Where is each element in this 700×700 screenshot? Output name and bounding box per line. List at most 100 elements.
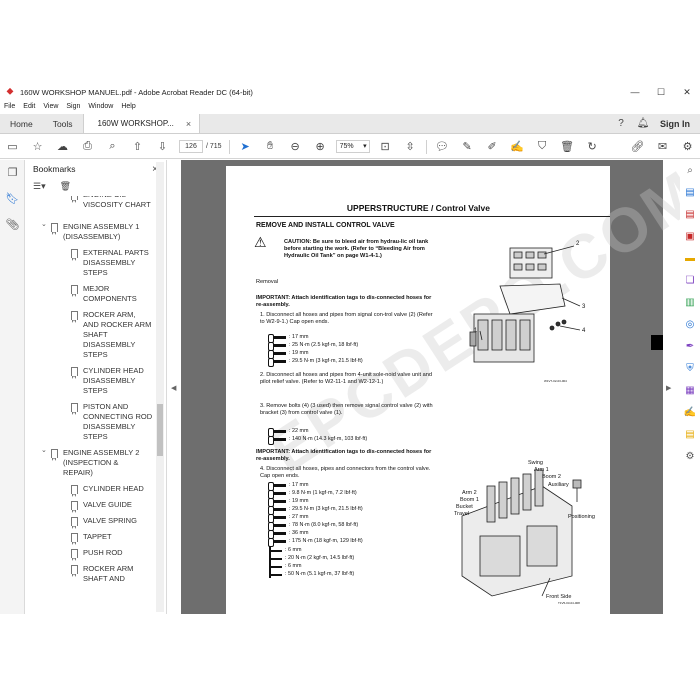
combine-files-icon[interactable]: ❏	[680, 270, 700, 292]
fig2-label-bucket: Bucket	[456, 504, 473, 510]
window-title: 160W WORKSHOP MANUEL.pdf - Adobe Acrobat…	[20, 87, 253, 97]
previous-page-icon[interactable]: ⇧	[125, 140, 150, 153]
menu-help[interactable]: Help	[121, 103, 135, 110]
menu-sign[interactable]: Sign	[66, 103, 80, 110]
tab-tools[interactable]: Tools	[43, 114, 83, 133]
delete-icon[interactable]: 🗑︎	[555, 140, 580, 153]
attachments-paperclip-icon[interactable]: 📎︎	[0, 212, 25, 238]
bookmark-ribbon-icon	[71, 196, 78, 203]
caution-triangle-icon: ⚠	[254, 234, 267, 250]
tab-close-icon[interactable]: ×	[186, 114, 191, 134]
rotate-icon[interactable]: ↻	[580, 140, 605, 153]
fig2-label-arm1: Arm 1	[534, 467, 549, 473]
print-icon[interactable]: ⎙	[75, 140, 100, 153]
draw-icon[interactable]: ✐	[480, 140, 505, 153]
maximize-button[interactable]: ☐	[648, 87, 674, 98]
bookmark-item[interactable]: ⌄ ENGINE ASSEMBLY 2 (INSPECTION & REPAIR)	[25, 446, 155, 478]
close-window-button[interactable]: ✕	[674, 87, 700, 98]
bookmarks-list: ENGINE OILVISCOSITY CHART ⌄ ENGINE ASSEMBL…	[25, 196, 155, 614]
help-icon[interactable]: ?	[610, 114, 632, 133]
bookmark-star-icon[interactable]: ☆	[25, 140, 50, 153]
upload-cloud-icon[interactable]: ☁	[50, 140, 75, 153]
bookmark-ribbon-icon	[71, 517, 78, 529]
menu-file[interactable]: File	[4, 103, 15, 110]
bookmark-item[interactable]: CYLINDER HEAD	[25, 484, 155, 497]
expand-chevron-icon[interactable]: ⌄	[41, 220, 47, 230]
more-tools-gear-icon[interactable]: ⚙	[680, 446, 700, 468]
sign-in-button[interactable]: Sign In	[654, 114, 700, 133]
delete-bookmark-icon[interactable]: 🗑︎	[60, 181, 71, 192]
bookmark-item[interactable]: CYLINDER HEAD DISASSEMBLY STEPS	[25, 366, 155, 396]
bookmarks-scroll-thumb[interactable]	[157, 404, 163, 456]
zoom-in-icon[interactable]: ⊕	[308, 140, 333, 153]
bookmark-item[interactable]: EXTERNAL PARTS DISASSEMBLY STEPS	[25, 248, 155, 278]
more-tools-icon[interactable]: ⚙	[675, 140, 700, 153]
protect-icon[interactable]: ⛨	[680, 358, 700, 380]
bookmark-item[interactable]: PUSH ROD	[25, 548, 155, 561]
organize-pages-icon[interactable]: ▥	[680, 292, 700, 314]
fig2-label-boom2: Boom 2	[542, 474, 561, 480]
tab-home[interactable]: Home	[0, 114, 43, 133]
bookmark-item[interactable]: ROCKER ARM SHAFT AND	[25, 564, 155, 584]
page-thumbnails-icon[interactable]: ❐	[0, 160, 25, 186]
important-note-2: IMPORTANT: Attach identification tags to…	[256, 449, 432, 462]
notifications-bell-icon[interactable]: 🔔︎	[632, 114, 654, 133]
scan-ocr-icon[interactable]: ◎	[680, 314, 700, 336]
export-pdf-icon[interactable]: ▤	[680, 182, 700, 204]
search-icon[interactable]: ⌕	[100, 140, 125, 153]
bookmark-label: EXTERNAL PARTS	[83, 248, 149, 257]
comment-tool-icon[interactable]: ▬	[680, 248, 700, 270]
bookmark-label: VISCOSITY CHART	[83, 200, 151, 209]
bookmark-item[interactable]: VALVE GUIDE	[25, 500, 155, 513]
bookmarks-scrollbar[interactable]	[156, 162, 164, 612]
document-viewer[interactable]: EPCDEPO.COM UPPERSTRUCTURE / Control Val…	[181, 157, 700, 614]
scroll-mode-icon[interactable]: ⇳	[398, 140, 423, 153]
expand-tools-arrow-icon[interactable]: ▶	[666, 384, 671, 392]
bookmark-item[interactable]: MEJOR COMPONENTS	[25, 284, 155, 304]
bookmarks-header: Bookmarks ×	[25, 160, 166, 178]
zoom-level-select[interactable]: 75%	[335, 140, 370, 153]
share-tool-icon[interactable]: ▤	[680, 424, 700, 446]
bookmarks-icon[interactable]: 🔖︎	[0, 186, 25, 212]
collapse-panel-arrow-icon[interactable]: ◀	[171, 384, 176, 392]
comment-icon[interactable]: 💬︎	[430, 140, 455, 153]
create-pdf-tool-icon[interactable]: ▤	[680, 204, 700, 226]
highlight-pen-icon[interactable]: ✎	[455, 140, 480, 153]
fit-page-icon[interactable]: ⊡	[373, 140, 398, 153]
bookmark-item[interactable]: TAPPET	[25, 532, 155, 545]
bookmark-label: DISASSEMBLY	[83, 258, 136, 267]
bookmark-item[interactable]: VALVE SPRING	[25, 516, 155, 529]
next-page-icon[interactable]: ⇩	[150, 140, 175, 153]
toolbar-divider-2	[425, 139, 427, 154]
create-pdf-icon[interactable]: ▭	[0, 140, 25, 153]
menu-view[interactable]: View	[43, 103, 58, 110]
select-cursor-icon[interactable]: ➤	[233, 140, 258, 153]
minimize-button[interactable]: —	[622, 87, 648, 97]
sign-icon[interactable]: ✍	[505, 140, 530, 153]
share-link-icon[interactable]: 🔗︎	[625, 140, 650, 153]
zoom-out-icon[interactable]: ⊖	[283, 140, 308, 153]
bookmark-item[interactable]: PISTON AND CONNECTING ROD DISASSEMBLY STEPS	[25, 402, 155, 442]
send-for-signature-icon[interactable]: ✍	[680, 402, 700, 424]
main-toolbar: ▭ ☆ ☁ ⎙ ⌕ ⇧ ⇩ 126 / 715 ➤ ✋︎ ⊖ ⊕ 75% ⊡ ⇳…	[0, 135, 700, 159]
bookmark-item[interactable]: ⌄ ENGINE ASSEMBLY 1 (DISASSEMBLY)	[25, 220, 155, 242]
fill-sign-icon[interactable]: ✒	[680, 336, 700, 358]
hand-tool-icon[interactable]: ✋︎	[258, 140, 283, 153]
bookmark-item[interactable]: ROCKER ARM, AND ROCKER ARM SHAFT DISASSEMBL…	[25, 310, 155, 360]
bookmark-label: DISASSEMBLY	[83, 376, 136, 385]
email-icon[interactable]: ✉	[650, 140, 675, 153]
tab-document[interactable]: 160W WORKSHOP... ×	[82, 114, 201, 134]
zoom-search-icon[interactable]: ⌕	[680, 160, 700, 182]
page-number-input[interactable]: 126	[179, 140, 203, 153]
menu-edit[interactable]: Edit	[23, 103, 35, 110]
step-2: 2. Disconnect all hoses and pipes from 4…	[260, 372, 432, 385]
edit-pdf-icon[interactable]: ▣	[680, 226, 700, 248]
bookmark-options-icon[interactable]: ☰▾	[33, 181, 46, 192]
menu-window[interactable]: Window	[88, 103, 113, 110]
bookmark-item[interactable]: ENGINE OILVISCOSITY CHART	[25, 196, 155, 210]
spec-1-3: : 19 mm	[268, 350, 308, 359]
expand-chevron-icon[interactable]: ⌄	[41, 446, 47, 456]
prepare-form-icon[interactable]: ▦	[680, 380, 700, 402]
fig2-label-arm2: Arm 2	[462, 490, 477, 496]
stamp-icon[interactable]: ⛉	[530, 140, 555, 153]
